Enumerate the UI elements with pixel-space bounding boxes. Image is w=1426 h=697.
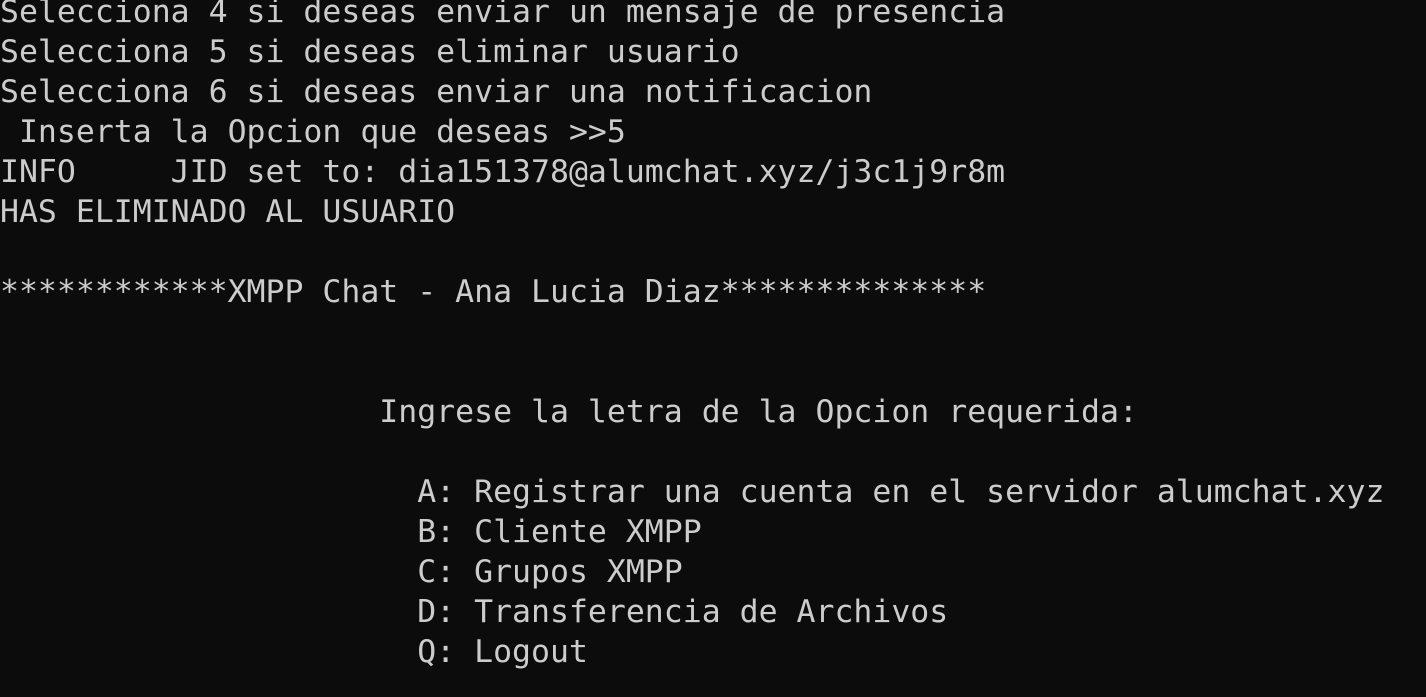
- terminal-line-menu-option-d: D: Transferencia de Archivos: [0, 594, 949, 630]
- terminal-line-menu-option-c: C: Grupos XMPP: [0, 554, 683, 590]
- terminal-line-option-6: Selecciona 6 si deseas enviar una notifi…: [0, 74, 873, 110]
- terminal-line-option-5: Selecciona 5 si deseas eliminar usuario: [0, 34, 740, 70]
- terminal-line-input-prompt: Inserta la Opcion que deseas >>5: [0, 114, 626, 150]
- terminal-line-info-jid: INFO JID set to: dia151378@alumchat.xyz/…: [0, 154, 1006, 190]
- terminal-line-option-4: Selecciona 4 si deseas enviar un mensaje…: [0, 0, 1006, 30]
- terminal-line-menu-option-a: A: Registrar una cuenta en el servidor a…: [0, 474, 1385, 510]
- terminal-line-banner: ************XMPP Chat - Ana Lucia Diaz**…: [0, 274, 987, 310]
- terminal-line-menu-option-q: Q: Logout: [0, 634, 588, 670]
- terminal-line-user-deleted: HAS ELIMINADO AL USUARIO: [0, 194, 456, 230]
- terminal-line-menu-option-b: B: Cliente XMPP: [0, 514, 702, 550]
- terminal-window[interactable]: Selecciona 4 si deseas enviar un mensaje…: [0, 0, 1426, 697]
- terminal-line-menu-prompt: Ingrese la letra de la Opcion requerida:: [0, 394, 1138, 430]
